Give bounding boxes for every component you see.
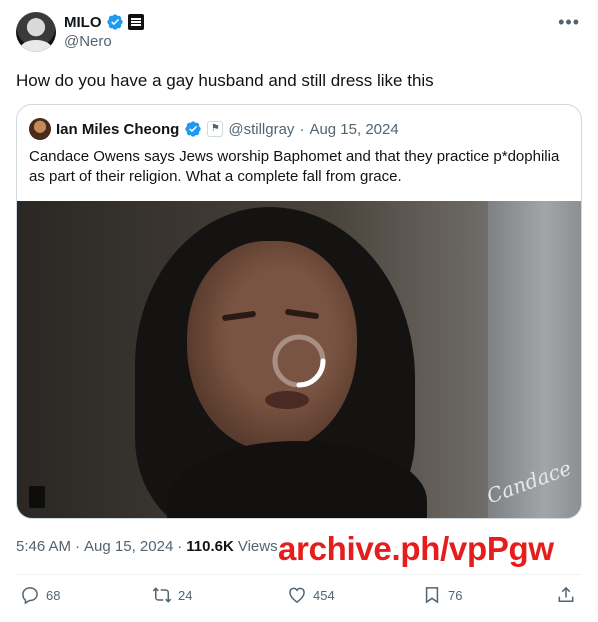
tweet-date[interactable]: Aug 15, 2024	[84, 538, 173, 555]
views-count[interactable]: 110.6K	[186, 538, 234, 555]
tweet-meta: 5:46 AM · Aug 15, 2024 · 110.6K Views	[16, 538, 278, 555]
archive-link-overlay: archive.ph/vpPgw	[278, 530, 554, 567]
verified-icon	[185, 121, 202, 137]
reply-icon	[22, 587, 38, 605]
reply-button[interactable]: 68	[20, 585, 60, 605]
media-badge	[29, 486, 45, 508]
verified-icon	[106, 14, 123, 30]
repost-count: 24	[178, 587, 193, 603]
reply-count: 68	[46, 587, 61, 603]
tweet-text: How do you have a gay husband and still …	[16, 71, 434, 90]
more-icon[interactable]: •••	[558, 12, 580, 33]
loading-spinner-icon	[272, 334, 326, 388]
action-bar: 68 24 454 76	[16, 585, 582, 611]
bookmark-button[interactable]: 76	[422, 585, 462, 605]
views-label: Views	[237, 538, 278, 555]
meta-separator: ·	[75, 538, 81, 555]
like-button[interactable]: 454	[287, 585, 335, 605]
share-icon	[558, 586, 574, 602]
quote-date: Aug 15, 2024	[309, 120, 399, 138]
share-button[interactable]	[556, 585, 576, 605]
quote-handle: @stillgray	[228, 120, 295, 138]
quote-separator: ·	[299, 120, 305, 138]
divider	[16, 574, 582, 575]
quote-text: Candace Owens says Jews worship Baphomet…	[29, 148, 560, 185]
affiliation-badge-icon[interactable]	[127, 14, 144, 30]
bookmark-count: 76	[448, 587, 463, 603]
author-handle[interactable]: @Nero	[64, 33, 112, 50]
like-count: 454	[313, 587, 335, 603]
meta-separator: ·	[177, 538, 183, 555]
author-display-name[interactable]: MILO	[64, 14, 102, 31]
repost-button[interactable]: 24	[152, 585, 192, 605]
repost-icon	[152, 587, 172, 603]
affiliation-badge-icon: ⚑	[207, 121, 224, 137]
quote-display-name: Ian Miles Cheong	[56, 120, 180, 138]
quote-header: Ian Miles Cheong ⚑ @stillgray · Aug 15, …	[29, 118, 399, 140]
author-avatar[interactable]	[16, 12, 56, 52]
author-name-row: MILO	[64, 12, 144, 32]
quote-video[interactable]: Candace	[17, 201, 581, 518]
like-icon	[289, 587, 305, 603]
quoted-tweet[interactable]: Ian Miles Cheong ⚑ @stillgray · Aug 15, …	[16, 104, 582, 519]
bookmark-icon	[425, 587, 439, 604]
quote-avatar	[29, 118, 51, 140]
tweet-time[interactable]: 5:46 AM	[16, 538, 71, 555]
